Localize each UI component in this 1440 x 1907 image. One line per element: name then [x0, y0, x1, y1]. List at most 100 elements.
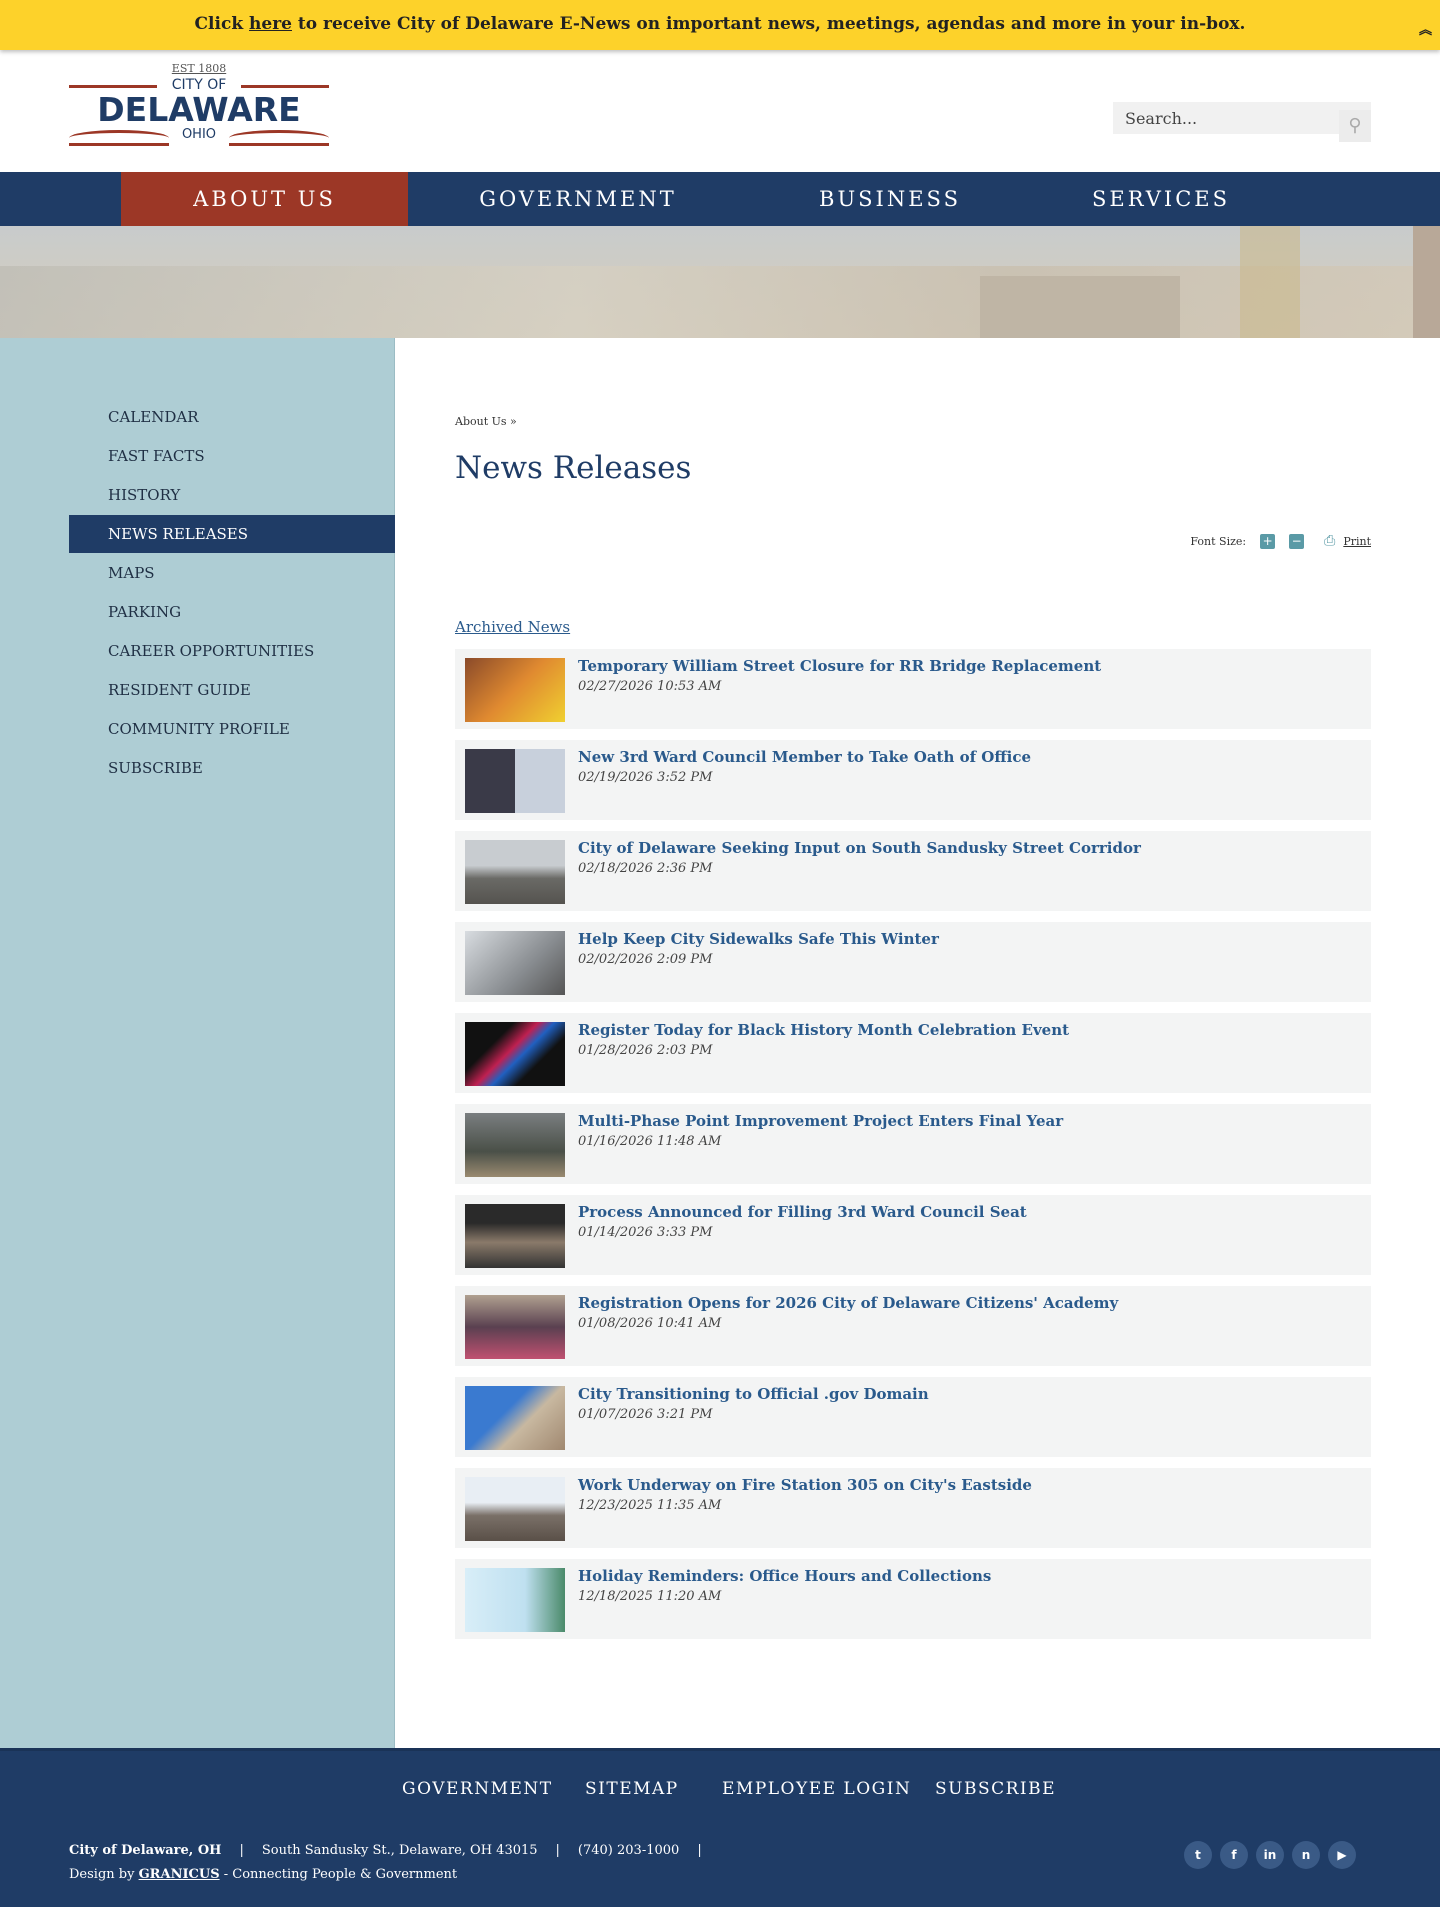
news-thumbnail[interactable]	[465, 1568, 565, 1632]
news-thumbnail[interactable]	[465, 840, 565, 904]
nav-business[interactable]: BUSINESS	[760, 172, 1020, 226]
sidebar-item-fast-facts[interactable]: FAST FACTS	[69, 437, 395, 475]
news-title-link[interactable]: Work Underway on Fire Station 305 on Cit…	[578, 1476, 1032, 1494]
news-thumbnail[interactable]	[465, 1204, 565, 1268]
news-item: Registration Opens for 2026 City of Dela…	[455, 1286, 1371, 1366]
news-title-link[interactable]: Temporary William Street Closure for RR …	[578, 657, 1101, 675]
hero-skyline-image	[0, 226, 1440, 338]
news-title-link[interactable]: New 3rd Ward Council Member to Take Oath…	[578, 748, 1031, 766]
news-item: Work Underway on Fire Station 305 on Cit…	[455, 1468, 1371, 1548]
sidebar-item-community-profile[interactable]: COMMUNITY PROFILE	[69, 710, 395, 748]
search-icon[interactable]: ⚲	[1339, 110, 1371, 142]
news-thumbnail[interactable]	[465, 1477, 565, 1541]
news-item: Temporary William Street Closure for RR …	[455, 649, 1371, 729]
news-date: 02/19/2026 3:52 PM	[578, 770, 713, 785]
logo-name: DELAWARE	[97, 90, 301, 129]
footer-link-employee-login[interactable]: EMPLOYEE LOGIN	[722, 1779, 911, 1799]
breadcrumb[interactable]: About Us »	[455, 415, 517, 428]
font-size-label: Font Size:	[1190, 534, 1247, 548]
youtube-icon[interactable]: ▶	[1328, 1841, 1356, 1869]
sidebar-item-calendar[interactable]: CALENDAR	[69, 398, 395, 436]
news-title-link[interactable]: Register Today for Black History Month C…	[578, 1021, 1069, 1039]
news-thumbnail[interactable]	[465, 1113, 565, 1177]
sidebar: CALENDAR FAST FACTS HISTORY NEWS RELEASE…	[0, 338, 395, 1748]
granicus-link[interactable]: GRANICUS	[139, 1867, 220, 1882]
news-item: City Transitioning to Official .gov Doma…	[455, 1377, 1371, 1457]
news-date: 01/16/2026 11:48 AM	[578, 1134, 722, 1149]
news-title-link[interactable]: Process Announced for Filling 3rd Ward C…	[578, 1203, 1027, 1221]
news-date: 01/07/2026 3:21 PM	[578, 1407, 713, 1422]
news-title-link[interactable]: City of Delaware Seeking Input on South …	[578, 839, 1141, 857]
news-list: Temporary William Street Closure for RR …	[455, 649, 1371, 1650]
news-date: 12/18/2025 11:20 AM	[578, 1589, 722, 1604]
news-title-link[interactable]: Multi-Phase Point Improvement Project En…	[578, 1112, 1063, 1130]
footer-contact: City of Delaware, OH | South Sandusky St.,…	[69, 1843, 702, 1858]
logo-city-of: CITY OF	[69, 77, 329, 93]
search-input[interactable]	[1113, 108, 1323, 128]
logo-est: EST 1808	[171, 62, 227, 75]
news-thumbnail[interactable]	[465, 1022, 565, 1086]
news-thumbnail[interactable]	[465, 1295, 565, 1359]
news-item: Register Today for Black History Month C…	[455, 1013, 1371, 1093]
news-item: Help Keep City Sidewalks Safe This Winte…	[455, 922, 1371, 1002]
page-tools: Font Size: + − ⎙ Print	[1190, 533, 1371, 549]
social-links: t f in n ▶	[1184, 1841, 1356, 1869]
logo-state: OHIO	[69, 127, 329, 146]
sidebar-item-career-opportunities[interactable]: CAREER OPPORTUNITIES	[69, 632, 395, 670]
sidebar-item-maps[interactable]: MAPS	[69, 554, 395, 592]
sidebar-item-parking[interactable]: PARKING	[69, 593, 395, 631]
news-item: Holiday Reminders: Office Hours and Coll…	[455, 1559, 1371, 1639]
news-date: 02/27/2026 10:53 AM	[578, 679, 722, 694]
double-chevron-up-icon[interactable]: ︽	[1419, 24, 1432, 38]
banner-text-post: to receive City of Delaware E-News on im…	[291, 14, 1246, 34]
search-box: ⚲	[1113, 102, 1371, 142]
twitter-icon[interactable]: t	[1184, 1841, 1212, 1869]
news-title-link[interactable]: City Transitioning to Official .gov Doma…	[578, 1385, 929, 1403]
sidebar-item-resident-guide[interactable]: RESIDENT GUIDE	[69, 671, 395, 709]
news-thumbnail[interactable]	[465, 658, 565, 722]
news-title-link[interactable]: Help Keep City Sidewalks Safe This Winte…	[578, 930, 939, 948]
news-item: Process Announced for Filling 3rd Ward C…	[455, 1195, 1371, 1275]
sidebar-item-news-releases[interactable]: NEWS RELEASES	[69, 515, 395, 553]
news-thumbnail[interactable]	[465, 749, 565, 813]
news-item: City of Delaware Seeking Input on South …	[455, 831, 1371, 911]
font-increase-icon[interactable]: +	[1260, 533, 1276, 549]
city-logo[interactable]: EST 1808 CITY OF DELAWARE OHIO	[69, 62, 329, 158]
archived-news-link[interactable]: Archived News	[455, 618, 570, 636]
banner-text-pre: Click	[194, 14, 250, 34]
news-title-link[interactable]: Holiday Reminders: Office Hours and Coll…	[578, 1567, 991, 1585]
news-date: 12/23/2025 11:35 AM	[578, 1498, 722, 1513]
news-date: 01/14/2026 3:33 PM	[578, 1225, 713, 1240]
sidebar-item-history[interactable]: HISTORY	[69, 476, 395, 514]
site-header: EST 1808 CITY OF DELAWARE OHIO ⚲	[0, 50, 1440, 172]
news-date: 01/28/2026 2:03 PM	[578, 1043, 713, 1058]
sidebar-item-subscribe[interactable]: SUBSCRIBE	[69, 749, 395, 787]
news-thumbnail[interactable]	[465, 931, 565, 995]
nav-about-us[interactable]: ABOUT US	[121, 172, 408, 226]
news-item: New 3rd Ward Council Member to Take Oath…	[455, 740, 1371, 820]
footer-link-government[interactable]: GOVERNMENT	[402, 1779, 553, 1799]
news-item: Multi-Phase Point Improvement Project En…	[455, 1104, 1371, 1184]
footer-link-sitemap[interactable]: SITEMAP	[585, 1779, 679, 1799]
print-link[interactable]: Print	[1343, 535, 1371, 548]
news-title-link[interactable]: Registration Opens for 2026 City of Dela…	[578, 1294, 1118, 1312]
footer-phone: (740) 203-1000	[577, 1843, 680, 1858]
news-date: 02/18/2026 2:36 PM	[578, 861, 713, 876]
news-date: 01/08/2026 10:41 AM	[578, 1316, 722, 1331]
banner-here-link[interactable]: here	[249, 14, 292, 34]
nav-services[interactable]: SERVICES	[1040, 172, 1282, 226]
nextdoor-icon[interactable]: n	[1292, 1841, 1320, 1869]
enews-banner: Click here to receive City of Delaware E…	[0, 0, 1440, 50]
main-nav: ABOUT US GOVERNMENT BUSINESS SERVICES	[0, 172, 1440, 226]
printer-icon[interactable]: ⎙	[1324, 533, 1335, 549]
facebook-icon[interactable]: f	[1220, 1841, 1248, 1869]
footer-credit: Design by GRANICUS - Connecting People &…	[69, 1867, 458, 1882]
linkedin-icon[interactable]: in	[1256, 1841, 1284, 1869]
footer-link-subscribe[interactable]: SUBSCRIBE	[935, 1779, 1056, 1799]
footer-org: City of Delaware, OH	[69, 1843, 222, 1858]
nav-government[interactable]: GOVERNMENT	[428, 172, 728, 226]
news-date: 02/02/2026 2:09 PM	[578, 952, 713, 967]
footer-address: South Sandusky St., Delaware, OH 43015	[261, 1843, 538, 1858]
news-thumbnail[interactable]	[465, 1386, 565, 1450]
font-decrease-icon[interactable]: −	[1289, 533, 1305, 549]
